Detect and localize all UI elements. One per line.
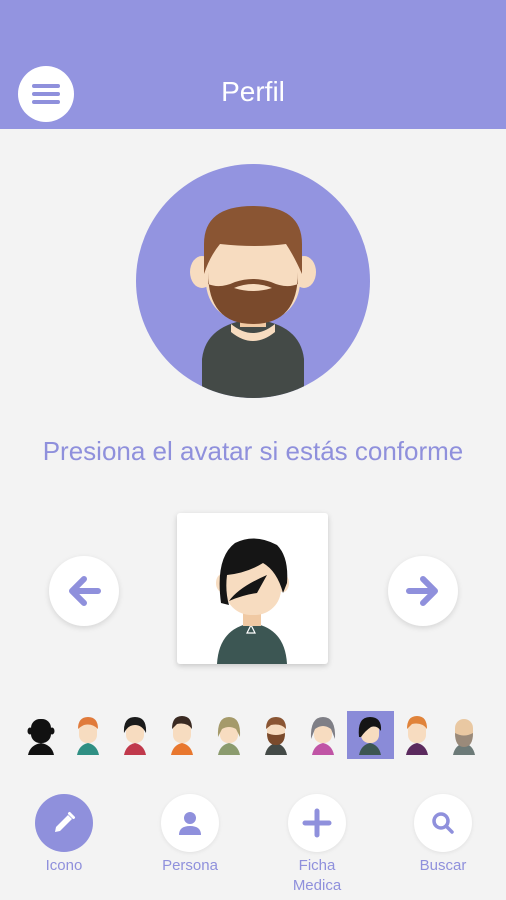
avatar-option-black-hair-girl[interactable] (112, 711, 159, 759)
page-title: Perfil (221, 76, 285, 107)
nav-label-icono: Icono (45, 857, 83, 874)
app-header: Perfil (0, 0, 506, 129)
olive-hair-girl-avatar-icon (217, 717, 241, 755)
arrow-left-icon (69, 576, 101, 606)
avatar-option-black-hair-emo[interactable] (347, 711, 394, 759)
nav-item-buscar[interactable]: Buscar (383, 790, 503, 876)
silhouette-avatar-icon (27, 719, 55, 755)
black-hair-avatar-icon (216, 538, 289, 664)
dark-hair-boy-avatar-icon (171, 716, 193, 755)
instruction-text: Presiona el avatar si estás conforme (42, 436, 464, 466)
nav-button-buscar[interactable] (414, 794, 472, 852)
nav-label-buscar: Buscar (419, 857, 467, 874)
nav-item-icono[interactable]: Icono (4, 790, 124, 876)
nav-button-ficha-medica[interactable] (288, 794, 346, 852)
previous-avatar-button[interactable] (49, 556, 119, 626)
avatar-option-dark-hair-boy[interactable] (159, 711, 206, 759)
avatar-option-ginger-man[interactable] (394, 711, 441, 759)
black-hair-girl-avatar-icon (123, 717, 147, 755)
avatar-selection-strip (18, 711, 488, 759)
person-icon (179, 812, 201, 835)
pencil-icon (55, 812, 75, 832)
avatar-option-silhouette-black[interactable] (18, 711, 65, 759)
next-avatar-button[interactable] (388, 556, 458, 626)
search-icon (432, 812, 454, 834)
bottom-navigation: Icono Persona Ficha Medica Buscar (0, 790, 506, 900)
current-avatar[interactable] (136, 164, 370, 398)
ginger-man-avatar-icon (406, 716, 428, 755)
nav-item-ficha-medica[interactable]: Ficha Medica (257, 790, 377, 896)
avatar-preview[interactable] (177, 513, 328, 664)
avatar-option-olive-hair-girl[interactable] (206, 711, 253, 759)
avatar-option-bearded-man[interactable] (253, 711, 300, 759)
arrow-right-icon (406, 576, 438, 606)
avatar-option-bald-bearded-man[interactable] (441, 711, 488, 759)
gray-hair-girl-avatar-icon (310, 717, 336, 755)
avatar-option-ginger-boy[interactable] (65, 711, 112, 759)
bald-bearded-man-avatar-icon (453, 719, 475, 755)
bearded-man-small-avatar-icon (265, 717, 287, 755)
nav-button-persona[interactable] (161, 794, 219, 852)
nav-label-persona: Persona (162, 857, 218, 874)
avatar-option-gray-hair-girl[interactable] (300, 711, 347, 759)
nav-label-ficha-medica: Ficha Medica (292, 857, 342, 894)
plus-icon (302, 808, 332, 838)
ginger-boy-avatar-icon (77, 717, 99, 755)
nav-button-icono[interactable] (35, 794, 93, 852)
black-hair-emo-avatar-icon (358, 717, 382, 755)
bearded-man-avatar-icon (190, 206, 316, 398)
nav-item-persona[interactable]: Persona (130, 790, 250, 876)
